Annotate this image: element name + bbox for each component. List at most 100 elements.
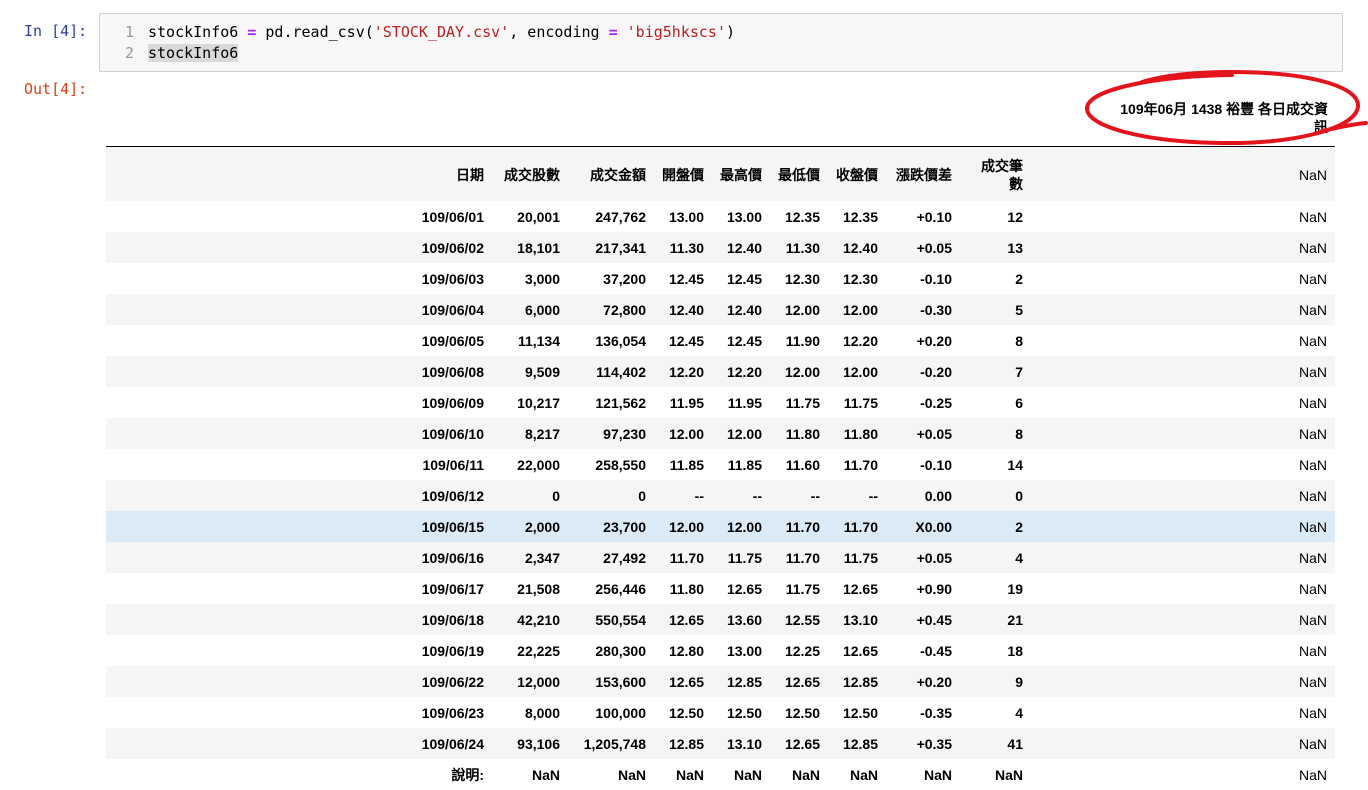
table-cell: 21 bbox=[1007, 611, 1023, 628]
table-cell: 11.70 bbox=[785, 518, 820, 535]
code-line-1[interactable]: 1 stockInfo6 = pd.read_csv('STOCK_DAY.csv… bbox=[100, 22, 735, 43]
table-cell: 8 bbox=[1015, 332, 1023, 349]
table-row: 109/06/17 21,508 256,446 11.80 12.65 11.75 12.… bbox=[106, 573, 1335, 604]
table-cell: -0.25 bbox=[920, 394, 952, 411]
code-token: pd.read_csv( bbox=[256, 23, 374, 41]
code-operator: = bbox=[608, 23, 618, 41]
table-cell: 12.00 bbox=[726, 425, 762, 442]
dataframe-title: 109年06月 1438 裕豐 各日成交資訊 bbox=[1120, 101, 1328, 135]
table-cell: 27,492 bbox=[603, 549, 646, 566]
table-cell: 97,230 bbox=[603, 425, 646, 442]
table-cell: 247,762 bbox=[595, 208, 646, 225]
table-cell: +0.20 bbox=[916, 332, 952, 349]
header-row: 日期 成交股數 成交金額 開盤價 最高價 最低價 收盤價 漲跌價差 成交筆數 N… bbox=[106, 146, 1335, 201]
table-cell: 13.00 bbox=[668, 208, 704, 225]
table-cell: 12.00 bbox=[668, 518, 704, 535]
table-cell: 11.70 bbox=[785, 549, 820, 566]
table-cell: 109/06/15 bbox=[421, 518, 484, 535]
table-cell: +0.90 bbox=[916, 580, 952, 597]
table-cell: 22,225 bbox=[517, 642, 560, 659]
table-cell: 12.00 bbox=[784, 363, 820, 380]
table-cell: -- bbox=[694, 487, 704, 504]
table-cell: 12 bbox=[1007, 208, 1023, 225]
table-cell: 18 bbox=[1007, 642, 1023, 659]
table-cell: -0.45 bbox=[920, 642, 952, 659]
table-cell: 109/06/19 bbox=[421, 642, 484, 659]
table-cell: 12.40 bbox=[668, 301, 704, 318]
table-cell: 11.30 bbox=[785, 239, 820, 256]
table-cell: -- bbox=[868, 487, 878, 504]
table-cell: 0 bbox=[638, 487, 646, 504]
table-cell: 41 bbox=[1007, 735, 1023, 752]
table-cell: 11.70 bbox=[669, 549, 704, 566]
table-cell: 109/06/23 bbox=[421, 704, 484, 721]
table-cell: 11,134 bbox=[517, 332, 560, 349]
table-row: 109/06/02 18,101 217,341 11.30 12.40 11.30 12.… bbox=[106, 232, 1335, 263]
table-cell: 217,341 bbox=[595, 239, 646, 256]
table-cell: 8 bbox=[1015, 425, 1023, 442]
table-cell-nan: NaN bbox=[1298, 456, 1327, 473]
table-cell-nan: NaN bbox=[1298, 611, 1327, 628]
table-cell: 12.85 bbox=[668, 735, 704, 752]
table-cell: +0.05 bbox=[916, 425, 952, 442]
table-cell: 12.65 bbox=[668, 611, 704, 628]
table-cell: NaN bbox=[994, 766, 1023, 783]
table-cell: 12.50 bbox=[842, 704, 878, 721]
table-cell: 4 bbox=[1015, 549, 1023, 566]
column-header: 開盤價 bbox=[654, 146, 712, 201]
table-cell: 12.45 bbox=[668, 270, 704, 287]
table-cell: 7 bbox=[1015, 363, 1023, 380]
table-cell: 19 bbox=[1007, 580, 1023, 597]
table-cell: 12.40 bbox=[726, 239, 762, 256]
table-cell: 12.00 bbox=[784, 301, 820, 318]
table-cell: 109/06/17 bbox=[421, 580, 484, 597]
table-cell: 109/06/05 bbox=[421, 332, 484, 349]
table-cell-nan: NaN bbox=[1298, 549, 1327, 566]
table-cell: 11.80 bbox=[785, 425, 820, 442]
table-cell-nan: NaN bbox=[1298, 332, 1327, 349]
table-cell: 2,000 bbox=[524, 518, 560, 535]
table-row: 109/06/24 93,106 1,205,748 12.85 13.10 12.65 1… bbox=[106, 728, 1335, 759]
table-cell: 9 bbox=[1015, 673, 1023, 690]
table-cell: 12.85 bbox=[726, 673, 762, 690]
table-cell: +0.05 bbox=[916, 549, 952, 566]
table-row: 109/06/16 2,347 27,492 11.70 11.75 11.70 11.75… bbox=[106, 542, 1335, 573]
code-token: stockInfo6 bbox=[148, 23, 248, 41]
code-cell-editor[interactable]: 1 stockInfo6 = pd.read_csv('STOCK_DAY.csv… bbox=[99, 13, 1343, 72]
table-row: 109/06/11 22,000 258,550 11.85 11.85 11.60 11.… bbox=[106, 449, 1335, 480]
table-cell: 12.50 bbox=[784, 704, 820, 721]
table-cell: 109/06/24 bbox=[421, 735, 484, 752]
table-cell: 12.65 bbox=[784, 735, 820, 752]
table-cell: 109/06/09 bbox=[421, 394, 484, 411]
table-row: 說明: NaN NaN NaN NaN NaN NaN NaN NaN NaN bbox=[106, 759, 1335, 790]
table-cell: 136,054 bbox=[595, 332, 646, 349]
table-cell: 11.75 bbox=[785, 394, 820, 411]
table-cell: 258,550 bbox=[595, 456, 646, 473]
table-row: 109/06/03 3,000 37,200 12.45 12.45 12.30 12.30… bbox=[106, 263, 1335, 294]
table-cell-nan: NaN bbox=[1298, 518, 1327, 535]
column-header: 日期 bbox=[106, 146, 492, 201]
table-cell: 12.55 bbox=[784, 611, 820, 628]
table-cell: -- bbox=[752, 487, 762, 504]
code-line-2[interactable]: 2 stockInfo6 bbox=[100, 43, 239, 64]
table-cell: 13.10 bbox=[726, 735, 762, 752]
table-cell: 22,000 bbox=[517, 456, 560, 473]
table-cell: 說明: bbox=[451, 766, 484, 783]
table-cell: 12.35 bbox=[842, 208, 878, 225]
table-cell: NaN bbox=[791, 766, 820, 783]
line-number: 1 bbox=[124, 23, 134, 41]
dataframe-table: 日期 成交股數 成交金額 開盤價 最高價 最低價 收盤價 漲跌價差 成交筆數 N… bbox=[106, 146, 1335, 790]
table-cell: NaN bbox=[531, 766, 560, 783]
table-row: 109/06/12 0 0 -- -- -- -- 0.00 0 NaN bbox=[106, 480, 1335, 511]
table-cell: 18,101 bbox=[517, 239, 560, 256]
table-cell: 13.10 bbox=[842, 611, 878, 628]
table-cell: 11.90 bbox=[785, 332, 820, 349]
table-cell: 109/06/12 bbox=[421, 487, 484, 504]
table-cell: 9,509 bbox=[524, 363, 560, 380]
table-cell: 11.75 bbox=[785, 580, 820, 597]
table-cell: 12,000 bbox=[517, 673, 560, 690]
table-cell: 12.45 bbox=[668, 332, 704, 349]
table-cell-nan: NaN bbox=[1298, 642, 1327, 659]
table-cell: 11.75 bbox=[843, 394, 878, 411]
column-header: 成交金額 bbox=[568, 146, 654, 201]
